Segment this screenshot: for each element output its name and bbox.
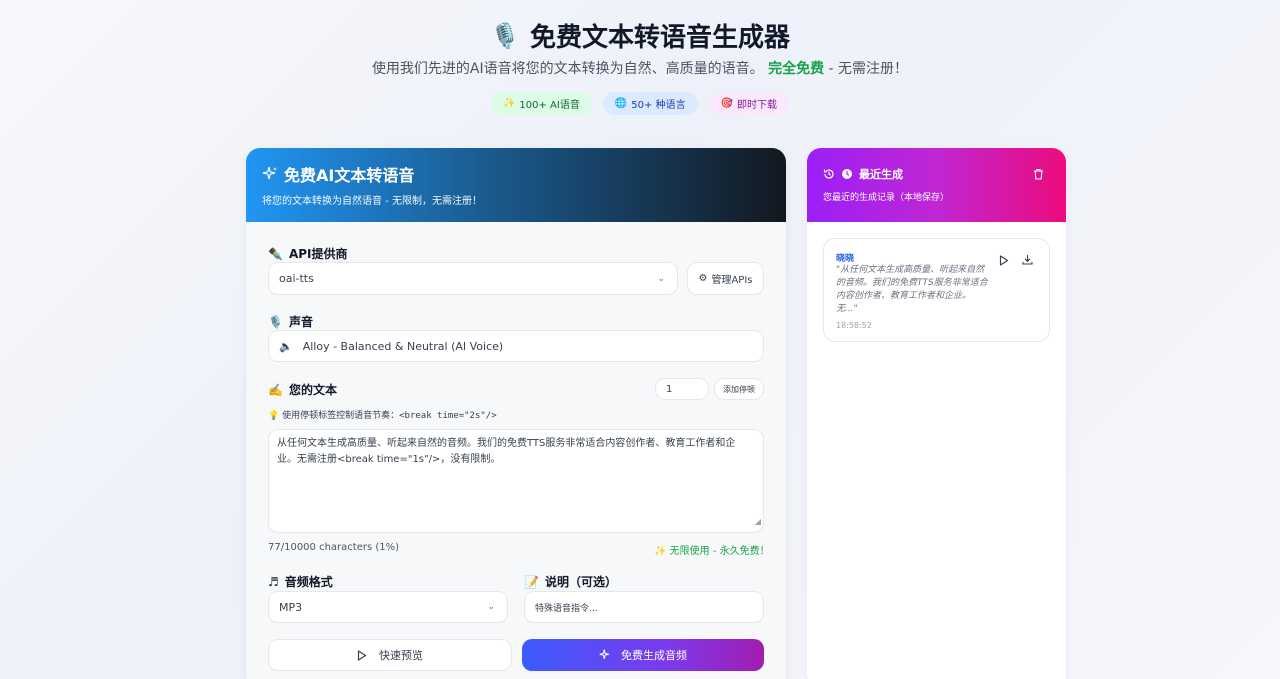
page-title: 🎙️ 免费文本转语音生成器: [490, 21, 790, 54]
page-subtitle: 使用我们先进的AI语音将您的文本转换为自然、高质量的语音。 完全免费 - 无需注…: [371, 61, 909, 77]
download-icon[interactable]: [1022, 254, 1033, 265]
sparkle-icon: ✨: [502, 98, 516, 109]
sparkles-icon: [262, 166, 278, 182]
gear-icon: ⚙: [698, 273, 708, 284]
trash-icon[interactable]: [1033, 168, 1044, 180]
resize-handle-icon[interactable]: ◢: [755, 514, 761, 530]
badge-languages: 🌐 50+ 种语言: [602, 92, 698, 115]
history-icon: [823, 168, 835, 180]
audio-format-select[interactable]: MP3 ⌄: [268, 591, 508, 623]
char-count: 77/10000 characters (1%): [268, 542, 400, 553]
quick-preview-button[interactable]: 快速预览: [268, 639, 512, 671]
voice-label: 🎙️ 声音: [268, 314, 313, 330]
memo-icon: 📝: [524, 574, 539, 589]
manage-apis-button[interactable]: ⚙ 管理APIs: [687, 262, 764, 295]
tts-card-subtitle: 将您的文本转换为自然语音 - 无限制，无需注册！: [262, 196, 482, 207]
lightbulb-icon: 💡: [268, 411, 280, 421]
tts-card-title: 免费AI文本转语音: [284, 166, 415, 185]
play-icon: [357, 649, 367, 661]
history-subtitle: 您最近的生成记录（本地保存）: [823, 193, 950, 203]
api-provider-select[interactable]: oai-tts ⌄: [268, 262, 678, 295]
globe-icon: 🌐: [614, 98, 628, 109]
play-icon[interactable]: [999, 255, 1009, 266]
pause-seconds-input[interactable]: 1: [655, 378, 709, 400]
api-provider-label: ✒️ API提供商: [268, 246, 348, 262]
description-input[interactable]: 特殊语音指令...: [524, 591, 764, 623]
speaker-icon: 🔈: [279, 339, 293, 353]
history-voice-name: 晓晓: [836, 254, 855, 264]
microphone-icon: 🎙️: [268, 314, 283, 329]
writing-hand-icon: ✍️: [268, 382, 283, 397]
history-panel: 最近生成 您最近的生成记录（本地保存） 晓晓 "从任何文本生成高质量、听起来自然…: [807, 148, 1066, 679]
chevron-down-icon: ⌄: [487, 602, 495, 612]
feature-badges: ✨ 100+ AI语音 🌐 50+ 种语言 🎯 即时下载: [0, 92, 1280, 115]
target-icon: 🎯: [720, 98, 734, 109]
tts-card-header: 免费AI文本转语音 将您的文本转换为自然语音 - 无限制，无需注册！: [246, 148, 786, 222]
history-timestamp: 18:58:52: [836, 321, 872, 330]
voice-select[interactable]: 🔈 Alloy - Balanced & Neutral (AI Voice): [268, 330, 764, 362]
sparkle-icon: ✨: [654, 546, 667, 557]
generate-audio-button[interactable]: 免费生成音频: [522, 639, 764, 671]
history-title: 最近生成: [859, 168, 903, 181]
chevron-down-icon: ⌄: [657, 273, 665, 284]
pen-icon: ✒️: [268, 246, 283, 261]
clock-icon: [841, 168, 853, 180]
pause-hint: 💡 使用停顿标签控制语音节奏：<break time="2s"/>: [268, 411, 497, 421]
microphone-icon: 🎙️: [490, 21, 520, 50]
description-label: 📝 说明（可选）: [524, 574, 617, 590]
sparkles-icon: [599, 649, 611, 661]
tts-card: 免费AI文本转语音 将您的文本转换为自然语音 - 无限制，无需注册！ ✒️ AP…: [246, 148, 786, 679]
text-input[interactable]: 从任何文本生成高质量、听起来自然的音频。我们的免费TTS服务非常适合内容创作者、…: [268, 429, 764, 533]
unlimited-note: ✨ 无限使用 - 永久免费！: [654, 546, 770, 557]
add-pause-button[interactable]: 添加停顿: [714, 378, 764, 400]
music-note-icon: ♬: [268, 574, 279, 589]
badge-download: 🎯 即时下载: [708, 92, 790, 115]
text-label: ✍️ 您的文本: [268, 382, 337, 398]
history-text-preview: "从任何文本生成高质量、听起来自然的音频。我们的免费TTS服务非常适合内容创作者…: [836, 265, 988, 314]
audio-format-label: ♬ 音频格式: [268, 574, 333, 590]
history-item[interactable]: 晓晓 "从任何文本生成高质量、听起来自然的音频。我们的免费TTS服务非常适合内容…: [823, 238, 1050, 342]
history-header: 最近生成 您最近的生成记录（本地保存）: [807, 148, 1066, 222]
badge-voices: ✨ 100+ AI语音: [490, 92, 592, 115]
